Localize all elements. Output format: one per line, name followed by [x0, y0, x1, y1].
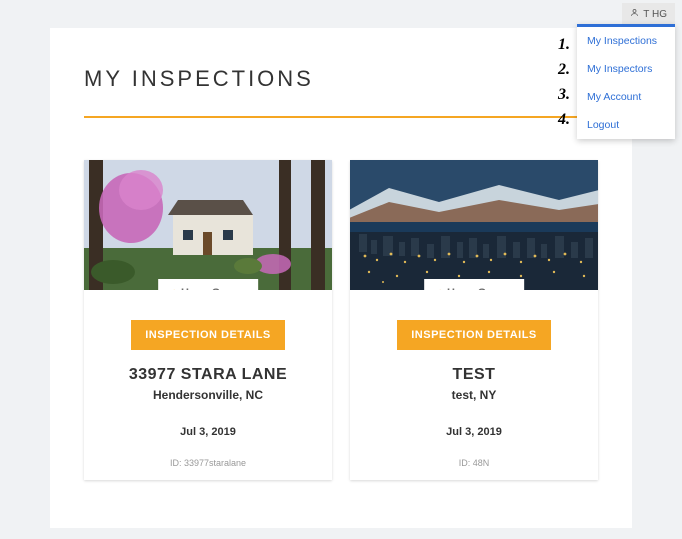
menu-my-account[interactable]: My Account — [577, 83, 675, 111]
annotation-1: 1. — [558, 36, 570, 54]
logo-text: HomeGauge — [181, 287, 246, 291]
homegauge-icon: ⌂ — [436, 285, 444, 290]
user-menu-button[interactable]: T HG — [622, 3, 675, 25]
logo-badge: ⌂ HomeGauge — [424, 279, 524, 290]
logo-badge: ⌂ HomeGauge — [158, 279, 258, 290]
user-icon — [630, 8, 639, 20]
menu-my-inspections[interactable]: My Inspections — [577, 27, 675, 55]
menu-my-inspectors[interactable]: My Inspectors — [577, 55, 675, 83]
inspection-id: ID: 48N — [364, 458, 584, 468]
annotation-3: 3. — [558, 86, 570, 104]
inspections-grid: ⌂ HomeGauge INSPECTION DETAILS 33977 STA… — [84, 160, 598, 480]
property-address: 33977 STARA LANE — [98, 366, 318, 384]
property-image: ⌂ HomeGauge — [84, 160, 332, 290]
page-title: MY INSPECTIONS — [84, 66, 598, 92]
inspection-date: Jul 3, 2019 — [98, 426, 318, 438]
homegauge-icon: ⌂ — [170, 285, 178, 290]
property-address: TEST — [364, 366, 584, 384]
inspection-card: ⌂ HomeGauge INSPECTION DETAILS TEST test… — [350, 160, 598, 480]
inspection-id: ID: 33977staralane — [98, 458, 318, 468]
menu-logout[interactable]: Logout — [577, 111, 675, 139]
annotation-4: 4. — [558, 111, 570, 129]
annotation-2: 2. — [558, 61, 570, 79]
inspection-date: Jul 3, 2019 — [364, 426, 584, 438]
inspection-details-button[interactable]: INSPECTION DETAILS — [131, 320, 285, 350]
inspection-card: ⌂ HomeGauge INSPECTION DETAILS 33977 STA… — [84, 160, 332, 480]
main-panel: MY INSPECTIONS — [50, 28, 632, 528]
user-dropdown: My Inspections My Inspectors My Account … — [577, 24, 675, 139]
inspection-details-button[interactable]: INSPECTION DETAILS — [397, 320, 551, 350]
title-divider — [84, 116, 598, 118]
user-label: T HG — [643, 9, 667, 20]
property-city: Hendersonville, NC — [98, 388, 318, 402]
logo-text: HomeGauge — [447, 287, 512, 291]
property-city: test, NY — [364, 388, 584, 402]
property-image: ⌂ HomeGauge — [350, 160, 598, 290]
